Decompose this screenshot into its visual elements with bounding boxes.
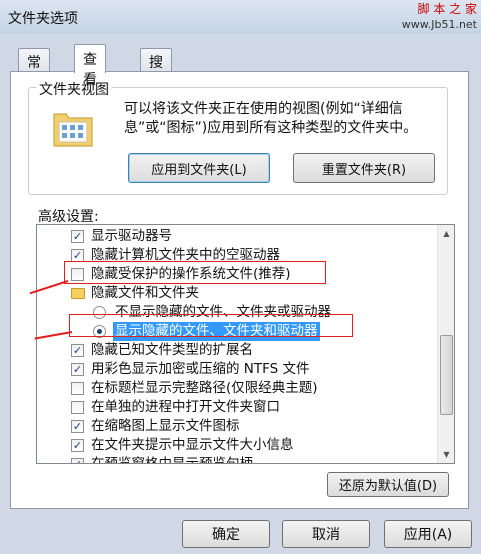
- checkbox[interactable]: ✓: [71, 344, 84, 357]
- tab-view[interactable]: 查看: [74, 44, 106, 88]
- list-item-label: 在标题栏显示完整路径(仅限经典主题): [91, 380, 318, 396]
- scroll-up-icon[interactable]: ▲: [438, 225, 454, 242]
- checkbox[interactable]: ✓: [71, 439, 84, 452]
- list-item[interactable]: ✓ 显示驱动器号: [37, 227, 435, 246]
- list-item[interactable]: ✓ 在文件夹提示中显示文件大小信息: [37, 436, 435, 455]
- watermark-bottom-logo: [319, 518, 479, 552]
- watermark-url: www.Jb51.net: [401, 18, 477, 31]
- annotation-box-protected-files: [64, 261, 326, 284]
- restore-defaults-button[interactable]: 还原为默认值(D): [327, 472, 449, 497]
- annotation-box-show-hidden: [69, 314, 353, 337]
- list-item[interactable]: 在单独的进程中打开文件夹窗口: [37, 398, 435, 417]
- list-item-label: 用彩色显示加密或压缩的 NTFS 文件: [91, 361, 310, 377]
- list-item-label: 在缩略图上显示文件图标: [91, 418, 240, 434]
- checkbox[interactable]: ✓: [71, 363, 84, 376]
- folder-views-description: 可以将该文件夹正在使用的视图(例如“详细信息”或“图标”)应用到所有这种类型的文…: [124, 101, 418, 136]
- list-item-label: 显示驱动器号: [91, 228, 172, 244]
- tab-search[interactable]: 搜索: [140, 48, 172, 91]
- title-bar: 文件夹选项 脚 本 之 家 www.Jb51.net: [0, 0, 481, 34]
- scroll-thumb[interactable]: [440, 335, 453, 415]
- folder-icon: [71, 288, 85, 299]
- checkbox[interactable]: ✓: [71, 230, 84, 243]
- apply-to-folders-button[interactable]: 应用到文件夹(L): [128, 153, 270, 183]
- folder-views-icon: [53, 113, 93, 147]
- list-item-label: 在预览窗格中显示预览句柄: [91, 456, 253, 464]
- list-item[interactable]: 在标题栏显示完整路径(仅限经典主题): [37, 379, 435, 398]
- checkbox[interactable]: [71, 382, 84, 395]
- list-item-label: 在文件夹提示中显示文件大小信息: [91, 437, 294, 453]
- list-item[interactable]: ✓ 隐藏已知文件类型的扩展名: [37, 341, 435, 360]
- list-item-label: 在单独的进程中打开文件夹窗口: [91, 399, 280, 415]
- list-item: 隐藏文件和文件夹: [37, 284, 435, 303]
- checkbox[interactable]: ✓: [71, 420, 84, 433]
- checkbox[interactable]: ✓: [71, 458, 84, 463]
- list-item-label: 隐藏已知文件类型的扩展名: [91, 342, 253, 358]
- list-item[interactable]: ✓ 在预览窗格中显示预览句柄: [37, 455, 435, 464]
- watermark-logo: 脚 本 之 家 www.Jb51.net: [402, 1, 477, 33]
- ok-button[interactable]: 确定: [182, 520, 270, 548]
- tab-general[interactable]: 常规: [18, 48, 50, 91]
- scroll-down-icon[interactable]: ▼: [438, 446, 454, 463]
- window-title: 文件夹选项: [8, 11, 78, 27]
- advanced-settings-label: 高级设置:: [38, 209, 99, 225]
- checkbox[interactable]: [71, 401, 84, 414]
- reset-folders-button[interactable]: 重置文件夹(R): [293, 153, 435, 183]
- list-item[interactable]: ✓ 在缩略图上显示文件图标: [37, 417, 435, 436]
- list-item[interactable]: ✓ 用彩色显示加密或压缩的 NTFS 文件: [37, 360, 435, 379]
- list-item-label: 隐藏文件和文件夹: [91, 285, 199, 301]
- advanced-settings-list[interactable]: ✓ 显示驱动器号 ✓ 隐藏计算机文件夹中的空驱动器 隐藏受保护的操作系统文件(推…: [36, 224, 455, 464]
- folder-views-title: 文件夹视图: [36, 79, 112, 99]
- vertical-scrollbar[interactable]: ▲ ▼: [437, 225, 454, 463]
- watermark-text: 脚 本 之 家: [417, 2, 477, 16]
